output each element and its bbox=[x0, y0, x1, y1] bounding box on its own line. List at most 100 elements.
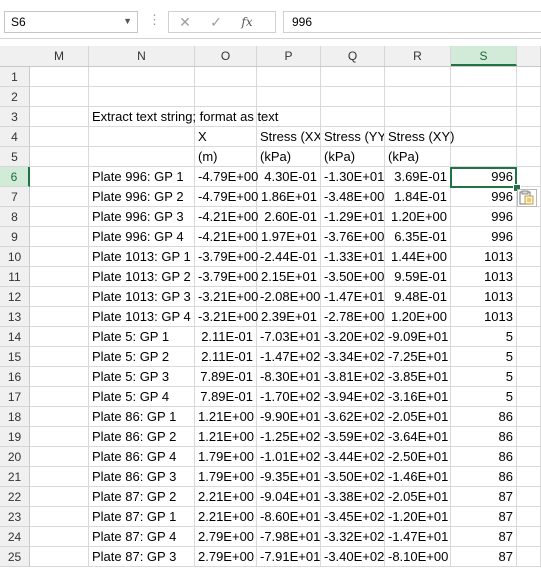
cell-o22[interactable]: 2.21E+00 bbox=[195, 487, 257, 507]
cell-q8[interactable]: -1.29E+01 bbox=[321, 207, 385, 227]
cell-q7[interactable]: -3.48E+00 bbox=[321, 187, 385, 207]
cell-o14[interactable]: 2.11E-01 bbox=[195, 327, 257, 347]
cell-o18[interactable]: 1.21E+00 bbox=[195, 407, 257, 427]
cell-r22[interactable]: -2.05E+01 bbox=[385, 487, 451, 507]
cell-n12[interactable]: Plate 1013: GP 3 bbox=[89, 287, 195, 307]
cell-o7[interactable]: -4.79E+00 bbox=[195, 187, 258, 207]
cell-n23[interactable]: Plate 87: GP 1 bbox=[89, 507, 195, 527]
cell-s6[interactable]: 996 bbox=[451, 167, 517, 187]
row-header[interactable]: 18 bbox=[0, 407, 30, 427]
cell-s19[interactable]: 86 bbox=[451, 427, 517, 447]
cell-s16[interactable]: 5 bbox=[451, 367, 517, 387]
cell-q1[interactable] bbox=[321, 67, 385, 87]
cell-r12[interactable]: 9.48E-01 bbox=[385, 287, 451, 307]
cell-m17[interactable] bbox=[30, 387, 89, 407]
row-header[interactable]: 1 bbox=[0, 67, 30, 87]
cell-o5[interactable]: (m) bbox=[195, 147, 257, 167]
cell-t16[interactable] bbox=[517, 367, 541, 387]
cell-r24[interactable]: -1.47E+01 bbox=[385, 527, 451, 547]
cell-m3[interactable] bbox=[30, 107, 89, 127]
cell-q17[interactable]: -3.94E+02 bbox=[321, 387, 385, 407]
cell-t8[interactable] bbox=[517, 207, 541, 227]
cell-q19[interactable]: -3.59E+02 bbox=[321, 427, 385, 447]
cell-r10[interactable]: 1.44E+00 bbox=[385, 247, 451, 267]
cell-m10[interactable] bbox=[30, 247, 89, 267]
cell-q11[interactable]: -3.50E+00 bbox=[321, 267, 385, 287]
cell-n21[interactable]: Plate 86: GP 3 bbox=[89, 467, 195, 487]
cell-p10[interactable]: -2.44E-01 bbox=[257, 247, 321, 267]
cell-s1[interactable] bbox=[451, 67, 517, 87]
cell-p13[interactable]: 2.39E+01 bbox=[257, 307, 321, 327]
cell-t21[interactable] bbox=[517, 467, 541, 487]
cell-q4[interactable]: Stress (YY bbox=[321, 127, 385, 147]
cell-p1[interactable] bbox=[257, 67, 321, 87]
cell-q24[interactable]: -3.32E+02 bbox=[321, 527, 385, 547]
cell-r11[interactable]: 9.59E-01 bbox=[385, 267, 451, 287]
cell-p8[interactable]: 2.60E-01 bbox=[257, 207, 321, 227]
cell-q13[interactable]: -2.78E+00 bbox=[321, 307, 385, 327]
cell-o4[interactable]: X bbox=[195, 127, 257, 147]
more-options-icon[interactable]: ⋮ bbox=[148, 12, 161, 28]
cell-s10[interactable]: 1013 bbox=[451, 247, 517, 267]
cell-s22[interactable]: 87 bbox=[451, 487, 517, 507]
cell-p19[interactable]: -1.25E+02 bbox=[257, 427, 321, 447]
cell-o6[interactable]: -4.79E+00 bbox=[195, 167, 258, 187]
cell-r16[interactable]: -3.85E+01 bbox=[385, 367, 451, 387]
cell-s8[interactable]: 996 bbox=[451, 207, 517, 227]
cell-p24[interactable]: -7.98E+01 bbox=[257, 527, 321, 547]
cell-s15[interactable]: 5 bbox=[451, 347, 517, 367]
cell-s14[interactable]: 5 bbox=[451, 327, 517, 347]
cell-q6[interactable]: -1.30E+01 bbox=[321, 167, 385, 187]
cell-n1[interactable] bbox=[89, 67, 195, 87]
row-header[interactable]: 17 bbox=[0, 387, 30, 407]
cell-p17[interactable]: -1.70E+02 bbox=[257, 387, 321, 407]
cell-q16[interactable]: -3.81E+02 bbox=[321, 367, 385, 387]
cell-r15[interactable]: -7.25E+01 bbox=[385, 347, 451, 367]
cell-p4[interactable]: Stress (XX bbox=[257, 127, 321, 147]
cell-o19[interactable]: 1.21E+00 bbox=[195, 427, 257, 447]
cell-p7[interactable]: 1.86E+01 bbox=[257, 187, 321, 207]
cell-n19[interactable]: Plate 86: GP 2 bbox=[89, 427, 195, 447]
cell-o12[interactable]: -3.21E+00 bbox=[195, 287, 258, 307]
cell-t20[interactable] bbox=[517, 447, 541, 467]
cell-s5[interactable] bbox=[451, 147, 517, 167]
cell-s25[interactable]: 87 bbox=[451, 547, 517, 567]
cell-o21[interactable]: 1.79E+00 bbox=[195, 467, 257, 487]
row-header[interactable]: 20 bbox=[0, 447, 30, 467]
cell-t24[interactable] bbox=[517, 527, 541, 547]
cell-r17[interactable]: -3.16E+01 bbox=[385, 387, 451, 407]
cell-t19[interactable] bbox=[517, 427, 541, 447]
column-header-m[interactable]: M bbox=[30, 46, 89, 66]
column-header-n[interactable]: N bbox=[89, 46, 195, 66]
cell-q22[interactable]: -3.38E+02 bbox=[321, 487, 385, 507]
cell-t22[interactable] bbox=[517, 487, 541, 507]
row-header[interactable]: 13 bbox=[0, 307, 30, 327]
cell-p6[interactable]: 4.30E-01 bbox=[257, 167, 321, 187]
column-header-q[interactable]: Q bbox=[321, 46, 385, 66]
row-header[interactable]: 16 bbox=[0, 367, 30, 387]
cell-r5[interactable]: (kPa) bbox=[385, 147, 451, 167]
cell-p11[interactable]: 2.15E+01 bbox=[257, 267, 321, 287]
cell-n6[interactable]: Plate 996: GP 1 bbox=[89, 167, 195, 187]
cell-t2[interactable] bbox=[517, 87, 541, 107]
cell-p16[interactable]: -8.30E+01 bbox=[257, 367, 321, 387]
cell-o25[interactable]: 2.79E+00 bbox=[195, 547, 257, 567]
cell-o10[interactable]: -3.79E+00 bbox=[195, 247, 258, 267]
row-header[interactable]: 15 bbox=[0, 347, 30, 367]
cell-p21[interactable]: -9.35E+01 bbox=[257, 467, 321, 487]
cell-q23[interactable]: -3.45E+02 bbox=[321, 507, 385, 527]
row-header[interactable]: 9 bbox=[0, 227, 30, 247]
cell-o9[interactable]: -4.21E+00 bbox=[195, 227, 258, 247]
row-header[interactable]: 23 bbox=[0, 507, 30, 527]
row-header[interactable]: 24 bbox=[0, 527, 30, 547]
cell-m16[interactable] bbox=[30, 367, 89, 387]
cell-m24[interactable] bbox=[30, 527, 89, 547]
cell-m1[interactable] bbox=[30, 67, 89, 87]
cell-p20[interactable]: -1.01E+02 bbox=[257, 447, 321, 467]
cell-r13[interactable]: 1.20E+00 bbox=[385, 307, 451, 327]
cell-n14[interactable]: Plate 5: GP 1 bbox=[89, 327, 195, 347]
row-header[interactable]: 7 bbox=[0, 187, 30, 207]
cell-t13[interactable] bbox=[517, 307, 541, 327]
cell-s2[interactable] bbox=[451, 87, 517, 107]
cell-t4[interactable] bbox=[517, 127, 541, 147]
